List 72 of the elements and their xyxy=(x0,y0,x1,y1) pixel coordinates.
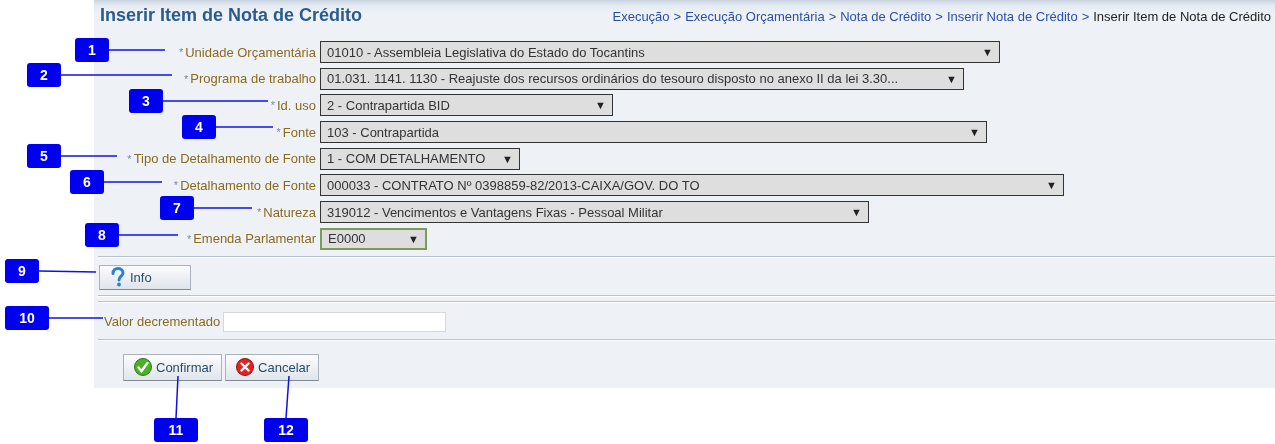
leader-line xyxy=(60,155,118,157)
info-button[interactable]: Info xyxy=(99,264,191,290)
dropdown-field[interactable]: 01.031. 1141. 1130 - Reajuste dos recursos ordinários do tesouro disposto no anexo II da lei 3.30... ▼ xyxy=(320,67,964,90)
leader-line xyxy=(48,317,104,319)
leader-line xyxy=(108,49,166,51)
required-marker: * xyxy=(256,206,262,219)
callout-number: 11 xyxy=(154,418,198,442)
dropdown-arrow-icon: ▼ xyxy=(982,46,993,58)
field-label: Detalhamento de Fonte xyxy=(180,177,316,193)
leader-line xyxy=(215,126,274,128)
callout-number: 12 xyxy=(264,418,308,442)
close-icon xyxy=(236,358,255,377)
breadcrumb-current: Inserir Item de Nota de Crédito xyxy=(1093,9,1271,24)
field-label: Natureza xyxy=(263,204,316,220)
dropdown-field[interactable]: 1 - COM DETALHAMENTO ▼ xyxy=(320,147,520,170)
callout-number: 1 xyxy=(75,38,109,62)
page-title: Inserir Item de Nota de Crédito xyxy=(100,5,363,26)
dropdown-field[interactable]: 000033 - CONTRATO Nº 0398859-82/2013-CAIXA/GOV. DO TO ▼ xyxy=(320,174,1064,197)
leader-line xyxy=(193,207,253,209)
breadcrumb-link[interactable]: Inserir Nota de Crédito xyxy=(946,9,1078,24)
dropdown-arrow-icon: ▼ xyxy=(1046,179,1057,192)
field-label: Id. uso xyxy=(276,97,316,113)
breadcrumb-separator: > xyxy=(828,9,837,24)
callout-number: 8 xyxy=(85,223,119,247)
dropdown-arrow-icon: ▼ xyxy=(408,232,419,245)
callout-number: 3 xyxy=(129,89,163,113)
breadcrumb-link[interactable]: Execução Orçamentária xyxy=(685,9,825,24)
required-marker: * xyxy=(183,72,189,85)
required-marker: * xyxy=(186,232,192,245)
dropdown-field[interactable]: 2 - Contrapartida BID ▼ xyxy=(320,94,613,117)
required-marker: * xyxy=(173,179,179,192)
required-marker: * xyxy=(127,152,132,165)
confirm-button[interactable]: Confirmar xyxy=(123,353,223,381)
dropdown-arrow-icon: ▼ xyxy=(502,152,513,165)
field-label: Emenda Parlamentar xyxy=(193,231,316,247)
leader-line xyxy=(175,375,179,419)
breadcrumb-link[interactable]: Nota de Crédito xyxy=(840,9,932,24)
field-label: Valor decrementado xyxy=(104,314,221,330)
check-icon xyxy=(134,358,152,377)
dropdown-arrow-icon: ▼ xyxy=(946,72,957,85)
callout-number: 10 xyxy=(5,306,49,330)
dropdown-field[interactable]: 01010 - Assembleia Legislativa do Estado do Tocantins ▼ xyxy=(320,41,1000,63)
dropdown-arrow-icon: ▼ xyxy=(595,99,606,112)
dropdown-field[interactable]: 319012 - Vencimentos e Vantagens Fixas - Pessoal Militar ▼ xyxy=(320,201,869,224)
required-marker: * xyxy=(178,46,184,58)
dropdown-field[interactable]: 103 - Contrapartida ▼ xyxy=(320,121,987,144)
leader-line xyxy=(103,181,163,183)
field-label: Programa de trabalho xyxy=(190,71,316,87)
breadcrumb-link[interactable]: Execução xyxy=(612,9,670,24)
field-label: Tipo de Detalhamento de Fonte xyxy=(133,151,316,167)
required-marker: * xyxy=(276,126,281,139)
breadcrumb-separator: > xyxy=(673,9,682,24)
callout-number: 5 xyxy=(27,144,61,168)
required-marker: * xyxy=(270,99,275,112)
callout-number: 9 xyxy=(5,259,39,283)
callout-number: 2 xyxy=(27,63,61,87)
callout-number: 4 xyxy=(182,115,216,139)
field-label: Unidade Orçamentária xyxy=(185,44,316,60)
callout-number: 6 xyxy=(70,170,104,194)
dropdown-field[interactable]: E0000 ▼ xyxy=(320,227,427,250)
callout-number: 7 xyxy=(160,196,194,220)
breadcrumb-separator: > xyxy=(935,9,943,24)
input-field[interactable] xyxy=(223,311,447,332)
cancel-button[interactable]: Cancelar xyxy=(225,353,320,381)
breadcrumb-separator: > xyxy=(1081,9,1090,24)
dropdown-arrow-icon: ▼ xyxy=(969,126,980,139)
leader-line xyxy=(118,234,179,236)
help-icon xyxy=(110,267,126,288)
leader-line xyxy=(38,270,97,273)
field-label: Fonte xyxy=(282,124,316,140)
dropdown-arrow-icon: ▼ xyxy=(851,206,862,219)
leader-line xyxy=(285,375,290,419)
